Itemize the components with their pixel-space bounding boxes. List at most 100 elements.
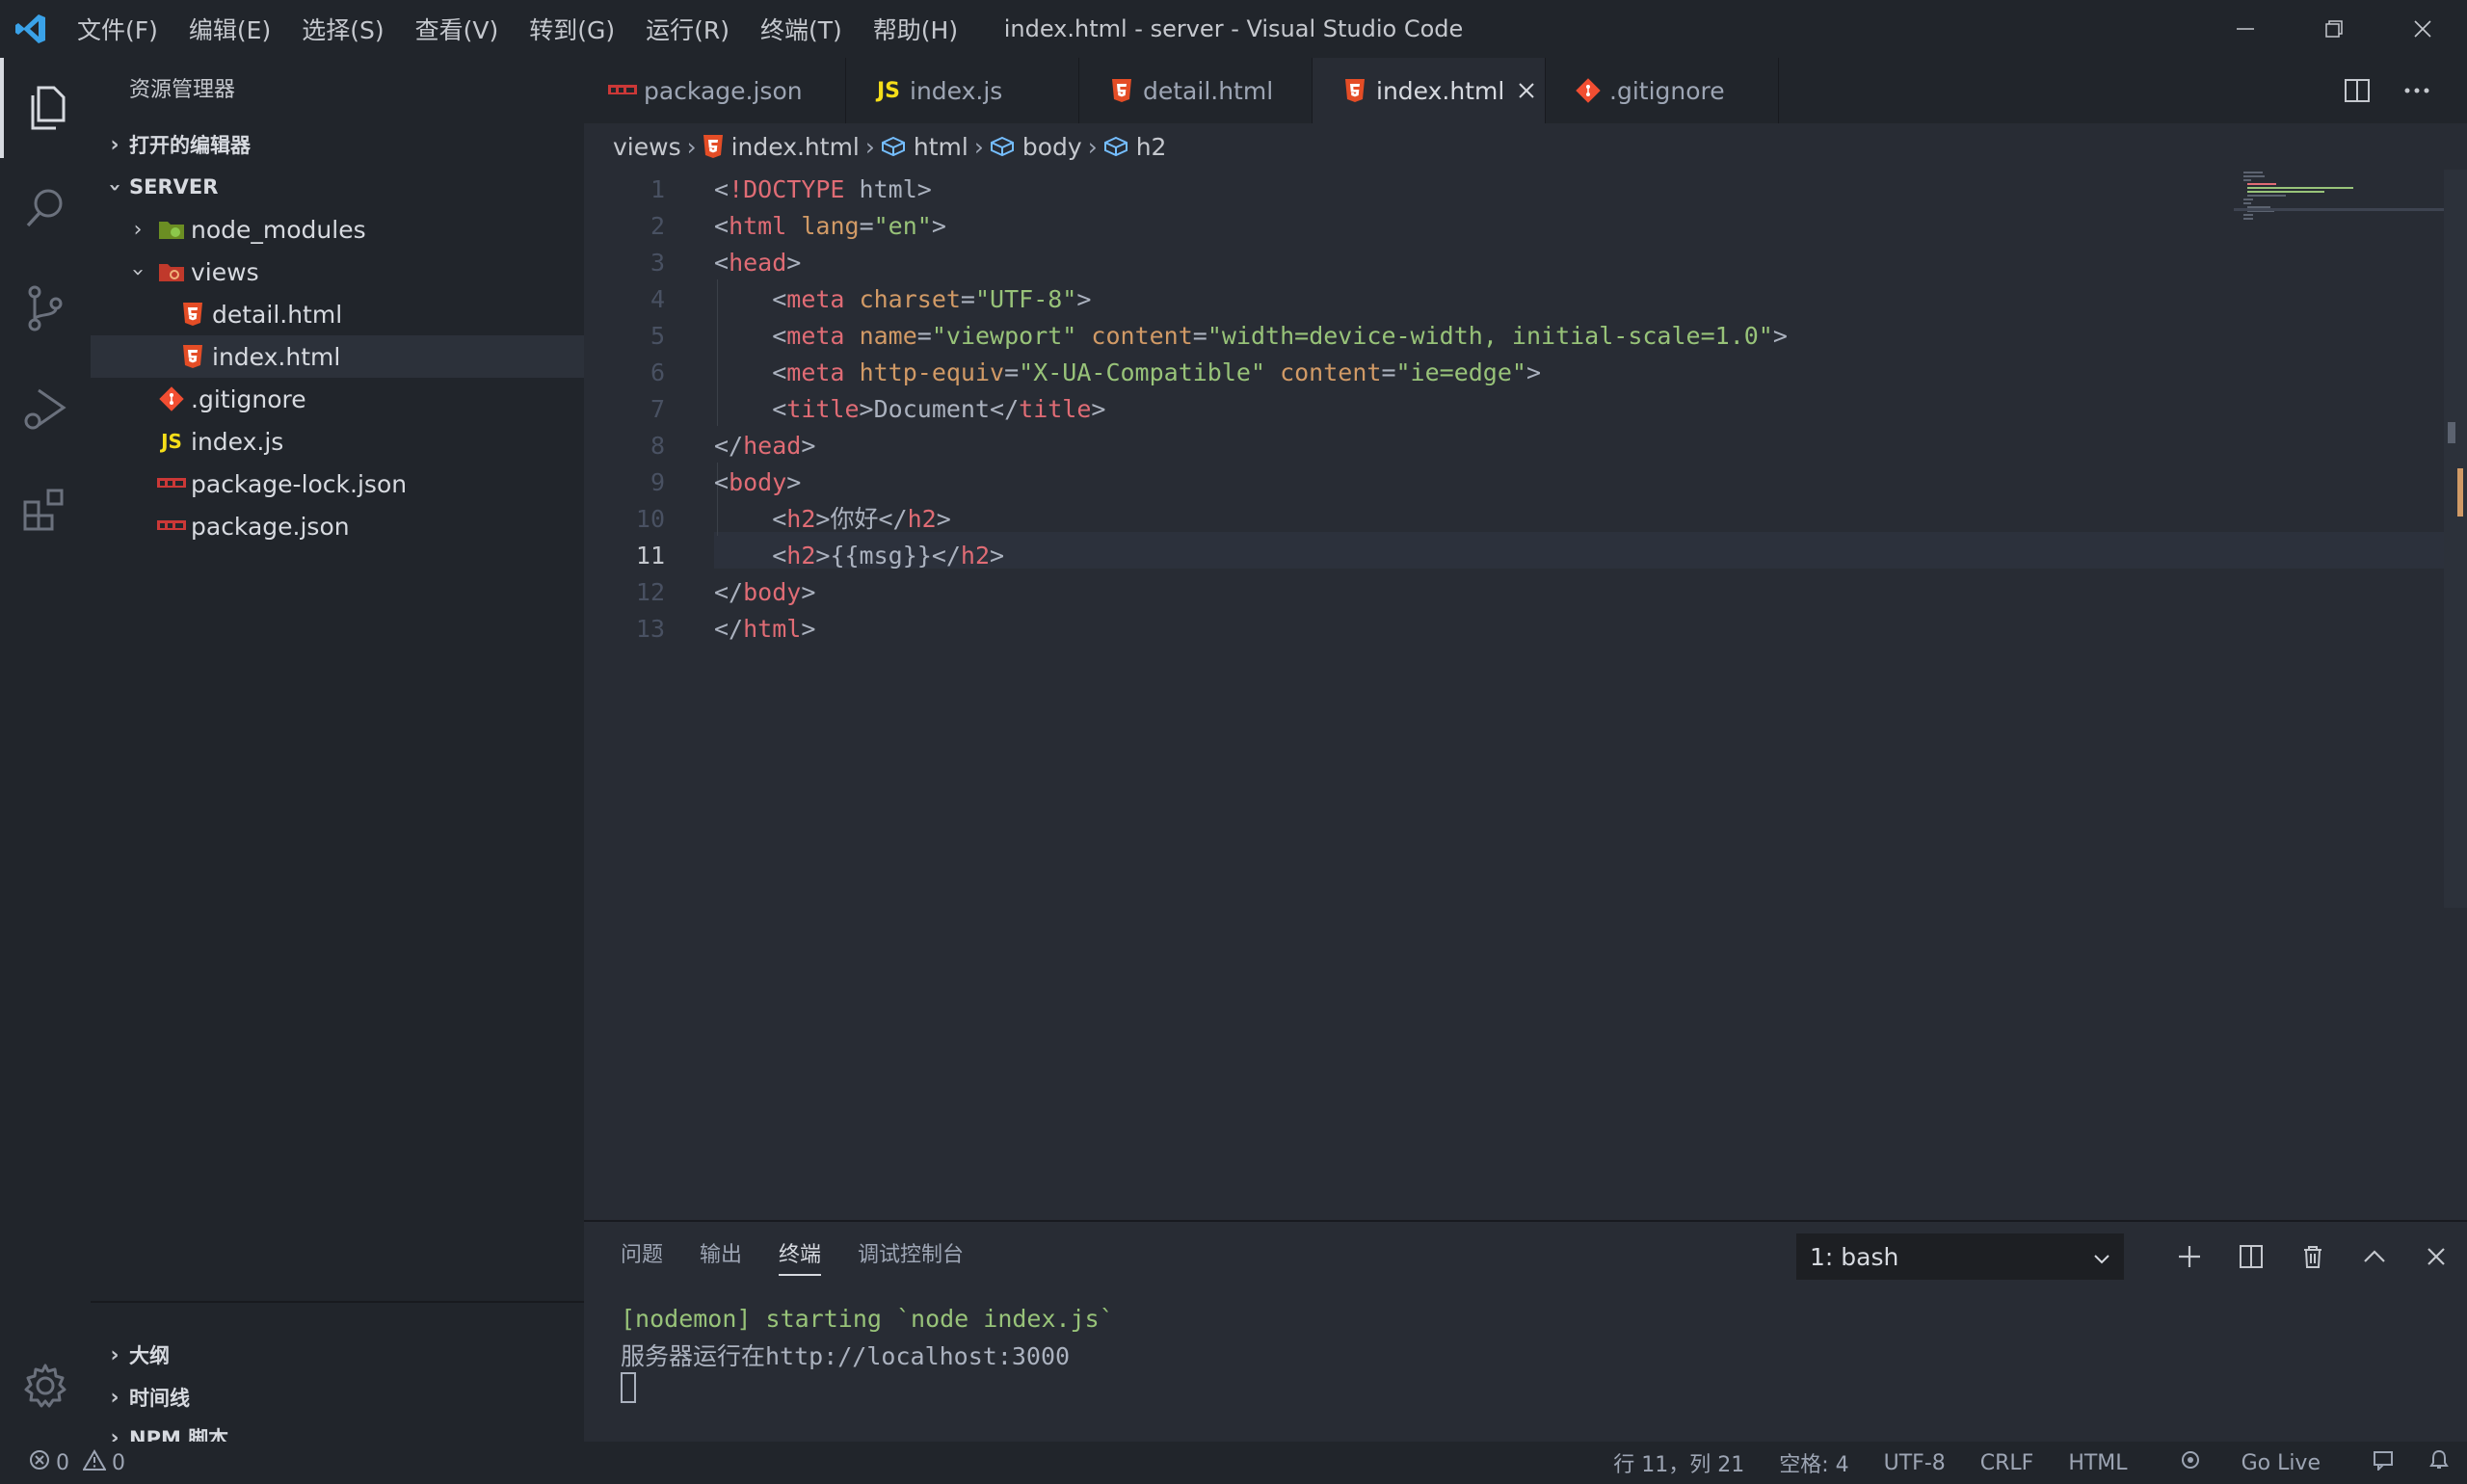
breadcrumb-item[interactable]: index.html (731, 133, 860, 161)
tab-index-js[interactable]: JS index.js (846, 58, 1079, 123)
breadcrumb-item[interactable]: body (1022, 133, 1082, 161)
search-icon[interactable] (0, 158, 91, 258)
menu-go[interactable]: 转到(G) (514, 12, 630, 46)
title-bar: 文件(F) 编辑(E) 选择(S) 查看(V) 转到(G) 运行(R) 终端(T… (0, 0, 2467, 58)
source-control-icon[interactable] (0, 258, 91, 358)
split-terminal-icon[interactable] (2232, 1237, 2270, 1276)
explorer-sidebar: 资源管理器 › 打开的编辑器 › SERVER › node_modules ›… (91, 58, 584, 1450)
html5-icon (173, 300, 212, 329)
maximize-panel-icon[interactable] (2355, 1237, 2394, 1276)
js-icon: JS (876, 78, 901, 103)
menu-run[interactable]: 运行(R) (630, 12, 745, 46)
npm-icon (152, 512, 191, 541)
tab-label: package.json (644, 76, 803, 105)
panel-tab-problems[interactable]: 问题 (621, 1222, 663, 1289)
run-debug-icon[interactable] (0, 358, 91, 459)
panel-tab-output[interactable]: 输出 (700, 1222, 742, 1289)
line-number: 9 (650, 468, 665, 496)
new-terminal-icon[interactable] (2170, 1237, 2209, 1276)
tree-item-label: .gitignore (191, 384, 306, 413)
line-number: 3 (650, 249, 665, 277)
line-number: 13 (635, 615, 665, 643)
tree-item-package-lock-json[interactable]: package-lock.json (91, 463, 584, 505)
tree-item-index-html[interactable]: index.html (91, 335, 584, 378)
tab-gitignore[interactable]: .gitignore (1546, 58, 1779, 123)
section-divider (91, 1301, 584, 1303)
tree-item-gitignore[interactable]: .gitignore (91, 378, 584, 420)
menu-selection[interactable]: 选择(S) (286, 12, 399, 46)
outline-label: 大纲 (129, 1344, 170, 1367)
code-text: </html> (714, 615, 816, 643)
cursor-position[interactable]: 行 11，列 21 (1596, 1447, 1762, 1478)
menu-help[interactable]: 帮助(H) (858, 12, 973, 46)
menu-view[interactable]: 查看(V) (400, 12, 515, 46)
terminal-line: [nodemon] starting `node index.js` (621, 1305, 1114, 1333)
close-panel-icon[interactable] (2417, 1237, 2455, 1276)
line-number: 7 (650, 395, 665, 423)
language-mode[interactable]: HTML (2051, 1451, 2144, 1475)
menu-edit[interactable]: 编辑(E) (173, 12, 286, 46)
panel-tab-terminal[interactable]: 终端 (779, 1222, 822, 1289)
tree-item-label: index.js (191, 427, 284, 456)
menu-bar: 文件(F) 编辑(E) 选择(S) 查看(V) 转到(G) 运行(R) 终端(T… (62, 0, 973, 58)
code-editor[interactable]: 1 <!DOCTYPE html> 2 <html lang="en"> 3 <head>… (584, 170, 2467, 1220)
tab-index-html[interactable]: index.html (1313, 58, 1546, 123)
status-bar: 0 0 行 11，列 21 空格: 4 UTF-8 CRLF HTML Go L… (0, 1442, 2467, 1484)
code-text: <body> (714, 468, 802, 496)
restore-button[interactable] (2290, 0, 2378, 58)
tab-package-json[interactable]: package.json (584, 58, 846, 123)
chevron-right-icon: › (864, 132, 875, 161)
breadcrumb-item[interactable]: html (914, 133, 968, 161)
open-editors-section[interactable]: › 打开的编辑器 (91, 123, 584, 166)
breadcrumb: views › index.html › html › body › h2 (584, 123, 1166, 170)
breadcrumb-item[interactable]: h2 (1136, 133, 1167, 161)
file-encoding[interactable]: UTF-8 (1867, 1451, 1963, 1475)
explorer-icon[interactable] (0, 58, 91, 158)
vertical-scrollbar[interactable] (2444, 170, 2467, 908)
close-tab-icon[interactable] (1518, 82, 1535, 99)
html5-icon (1101, 78, 1143, 103)
menu-terminal[interactable]: 终端(T) (745, 12, 858, 46)
terminal-select[interactable]: 1: bash (1796, 1233, 2124, 1280)
indentation[interactable]: 空格: 4 (1762, 1447, 1866, 1478)
code-text: <meta http-equiv="X-UA-Compatible" conte… (772, 358, 1542, 386)
go-live-button[interactable]: Go Live (2145, 1449, 2355, 1476)
tree-item-views[interactable]: › views (91, 251, 584, 293)
chevron-down-icon (2093, 1243, 2110, 1271)
tree-item-package-json[interactable]: package.json (91, 505, 584, 547)
outline-section[interactable]: › 大纲 (91, 1334, 584, 1376)
error-count: 0 (56, 1450, 69, 1475)
terminal-line: 服务器运行在http://localhost:3000 (621, 1342, 1071, 1370)
bottom-panel: 问题 输出 终端 调试控制台 1: bash [nodemon] startin… (584, 1220, 2467, 1442)
problems-indicator[interactable]: 0 0 (29, 1449, 125, 1476)
tab-label: index.js (910, 76, 1003, 105)
tree-item-detail-html[interactable]: detail.html (91, 293, 584, 335)
tree-item-node-modules[interactable]: › node_modules (91, 208, 584, 251)
tab-detail-html[interactable]: detail.html (1079, 58, 1313, 123)
line-number: 10 (635, 505, 665, 533)
more-actions-icon[interactable] (2398, 71, 2436, 110)
close-window-button[interactable] (2378, 0, 2467, 58)
chevron-right-icon: › (973, 132, 984, 161)
menu-file[interactable]: 文件(F) (62, 12, 173, 46)
chevron-right-icon: › (110, 1342, 119, 1367)
minimize-button[interactable] (2201, 0, 2290, 58)
npm-icon (152, 469, 191, 498)
notifications-bell-icon[interactable] (2411, 1449, 2467, 1476)
project-section[interactable]: › SERVER (91, 166, 584, 208)
tree-item-index-js[interactable]: JS index.js (91, 420, 584, 463)
extensions-icon[interactable] (0, 459, 91, 559)
end-of-line[interactable]: CRLF (1963, 1451, 2052, 1475)
code-text: <meta charset="UTF-8"> (772, 285, 1092, 313)
tab-label: .gitignore (1609, 76, 1725, 105)
split-editor-icon[interactable] (2338, 71, 2376, 110)
settings-gear-icon[interactable] (0, 1336, 91, 1436)
symbol-element-icon (881, 136, 906, 157)
minimap[interactable] (2234, 170, 2455, 227)
breadcrumb-item[interactable]: views (613, 133, 681, 161)
feedback-icon[interactable] (2355, 1449, 2411, 1476)
timeline-section[interactable]: › 时间线 (91, 1376, 584, 1418)
panel-tab-debug-console[interactable]: 调试控制台 (858, 1222, 964, 1289)
code-text: <html lang="en"> (714, 212, 946, 240)
trash-icon[interactable] (2294, 1237, 2332, 1276)
